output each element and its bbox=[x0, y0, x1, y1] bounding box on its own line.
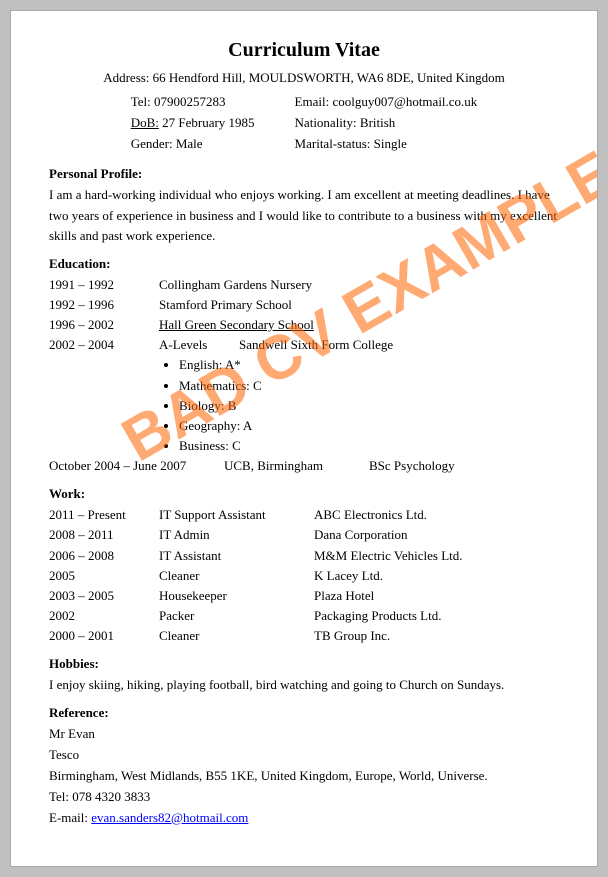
subject-5: Business: C bbox=[179, 436, 559, 456]
dob-line: DoB: 27 February 1985 bbox=[131, 113, 255, 134]
reference-email-label: E-mail: bbox=[49, 810, 88, 825]
reference-email-link[interactable]: evan.sanders82@hotmail.com bbox=[91, 810, 248, 825]
edu-year-1: 1991 – 1992 bbox=[49, 275, 159, 295]
reference-address: Birmingham, West Midlands, B55 1KE, Unit… bbox=[49, 766, 559, 787]
work-company-5: Packaging Products Ltd. bbox=[314, 606, 441, 626]
contact-right: Email: coolguy007@hotmail.co.uk National… bbox=[295, 92, 478, 154]
edu-alevels-label: A-Levels bbox=[159, 335, 239, 355]
personal-profile-text: I am a hard-working individual who enjoy… bbox=[49, 185, 559, 245]
reference-name: Mr Evan bbox=[49, 724, 559, 745]
hobbies-text: I enjoy skiing, hiking, playing football… bbox=[49, 675, 559, 695]
work-role-1: IT Admin bbox=[159, 525, 314, 545]
reference-title: Reference: bbox=[49, 705, 559, 721]
dob-label: DoB: bbox=[131, 115, 159, 130]
edu-alevels-year: 2002 – 2004 bbox=[49, 335, 159, 355]
edu-year-2: 1992 – 1996 bbox=[49, 295, 159, 315]
work-company-3: K Lacey Ltd. bbox=[314, 566, 383, 586]
marital-label: Marital-status: bbox=[295, 136, 371, 151]
education-section: Education: 1991 – 1992 Collingham Garden… bbox=[49, 256, 559, 476]
contact-left: Tel: 07900257283 DoB: 27 February 1985 G… bbox=[131, 92, 255, 154]
work-row-4: 2003 – 2005 Housekeeper Plaza Hotel bbox=[49, 586, 559, 606]
edu-place-3: Hall Green Secondary School bbox=[159, 315, 314, 335]
page-title: Curriculum Vitae bbox=[49, 39, 559, 62]
work-row-3: 2005 Cleaner K Lacey Ltd. bbox=[49, 566, 559, 586]
edu-alevels-school: Sandwell Sixth Form College bbox=[239, 335, 393, 355]
reference-email-line: E-mail: evan.sanders82@hotmail.com bbox=[49, 808, 559, 829]
work-year-3: 2005 bbox=[49, 566, 159, 586]
work-year-1: 2008 – 2011 bbox=[49, 525, 159, 545]
personal-profile-section: Personal Profile: I am a hard-working in… bbox=[49, 166, 559, 245]
subject-3: Biology: B bbox=[179, 396, 559, 416]
work-row-2: 2006 – 2008 IT Assistant M&M Electric Ve… bbox=[49, 546, 559, 566]
work-role-6: Cleaner bbox=[159, 626, 314, 646]
edu-uni-degree: BSc Psychology bbox=[369, 456, 455, 476]
work-year-0: 2011 – Present bbox=[49, 505, 159, 525]
tel-line: Tel: 07900257283 bbox=[131, 92, 255, 113]
work-company-4: Plaza Hotel bbox=[314, 586, 374, 606]
work-year-6: 2000 – 2001 bbox=[49, 626, 159, 646]
subject-2: Mathematics: C bbox=[179, 376, 559, 396]
work-role-4: Housekeeper bbox=[159, 586, 314, 606]
edu-subjects-list: English: A* Mathematics: C Biology: B Ge… bbox=[179, 355, 559, 456]
work-title: Work: bbox=[49, 486, 559, 502]
marital-line: Marital-status: Single bbox=[295, 134, 478, 155]
address-line: Address: 66 Hendford Hill, MOULDSWORTH, … bbox=[49, 70, 559, 86]
work-row-1: 2008 – 2011 IT Admin Dana Corporation bbox=[49, 525, 559, 545]
gender-label: Gender: bbox=[131, 136, 173, 151]
nationality-line: Nationality: British bbox=[295, 113, 478, 134]
work-year-2: 2006 – 2008 bbox=[49, 546, 159, 566]
work-role-0: IT Support Assistant bbox=[159, 505, 314, 525]
email-line: Email: coolguy007@hotmail.co.uk bbox=[295, 92, 478, 113]
subject-1: English: A* bbox=[179, 355, 559, 375]
edu-uni-place: UCB, Birmingham bbox=[224, 456, 369, 476]
edu-uni-year: October 2004 – June 2007 bbox=[49, 456, 224, 476]
dob-date: 27 February 1985 bbox=[162, 115, 254, 130]
work-row-6: 2000 – 2001 Cleaner TB Group Inc. bbox=[49, 626, 559, 646]
tel-label: Tel: bbox=[131, 94, 151, 109]
edu-uni-row: October 2004 – June 2007 UCB, Birmingham… bbox=[49, 456, 559, 476]
work-row-5: 2002 Packer Packaging Products Ltd. bbox=[49, 606, 559, 626]
work-rows: 2011 – Present IT Support Assistant ABC … bbox=[49, 505, 559, 646]
gender-line: Gender: Male bbox=[131, 134, 255, 155]
email-label: Email: bbox=[295, 94, 330, 109]
edu-row-1: 1991 – 1992 Collingham Gardens Nursery bbox=[49, 275, 559, 295]
edu-row-3: 1996 – 2002 Hall Green Secondary School bbox=[49, 315, 559, 335]
work-year-4: 2003 – 2005 bbox=[49, 586, 159, 606]
contact-grid: Tel: 07900257283 DoB: 27 February 1985 G… bbox=[49, 92, 559, 154]
reference-section: Reference: Mr Evan Tesco Birmingham, Wes… bbox=[49, 705, 559, 828]
education-rows: 1991 – 1992 Collingham Gardens Nursery 1… bbox=[49, 275, 559, 476]
work-role-3: Cleaner bbox=[159, 566, 314, 586]
nationality-label: Nationality: bbox=[295, 115, 357, 130]
hobbies-title: Hobbies: bbox=[49, 656, 559, 672]
edu-alevels-row: 2002 – 2004 A-Levels Sandwell Sixth Form… bbox=[49, 335, 559, 355]
work-year-5: 2002 bbox=[49, 606, 159, 626]
subject-4: Geography: A bbox=[179, 416, 559, 436]
cv-page: BAD CV EXAMPLE Curriculum Vitae Address:… bbox=[10, 10, 598, 867]
reference-company: Tesco bbox=[49, 745, 559, 766]
work-company-0: ABC Electronics Ltd. bbox=[314, 505, 427, 525]
work-role-2: IT Assistant bbox=[159, 546, 314, 566]
reference-tel-line: Tel: 078 4320 3833 bbox=[49, 787, 559, 808]
edu-year-3: 1996 – 2002 bbox=[49, 315, 159, 335]
work-row-0: 2011 – Present IT Support Assistant ABC … bbox=[49, 505, 559, 525]
education-title: Education: bbox=[49, 256, 559, 272]
work-role-5: Packer bbox=[159, 606, 314, 626]
edu-place-1: Collingham Gardens Nursery bbox=[159, 275, 312, 295]
work-company-2: M&M Electric Vehicles Ltd. bbox=[314, 546, 463, 566]
work-company-6: TB Group Inc. bbox=[314, 626, 390, 646]
edu-row-2: 1992 – 1996 Stamford Primary School bbox=[49, 295, 559, 315]
work-company-1: Dana Corporation bbox=[314, 525, 408, 545]
hobbies-section: Hobbies: I enjoy skiing, hiking, playing… bbox=[49, 656, 559, 695]
tel-value: 07900257283 bbox=[154, 94, 226, 109]
work-section: Work: 2011 – Present IT Support Assistan… bbox=[49, 486, 559, 646]
reference-body: Mr Evan Tesco Birmingham, West Midlands,… bbox=[49, 724, 559, 828]
personal-profile-title: Personal Profile: bbox=[49, 166, 559, 182]
reference-tel-label: Tel: bbox=[49, 789, 69, 804]
edu-place-2: Stamford Primary School bbox=[159, 295, 292, 315]
